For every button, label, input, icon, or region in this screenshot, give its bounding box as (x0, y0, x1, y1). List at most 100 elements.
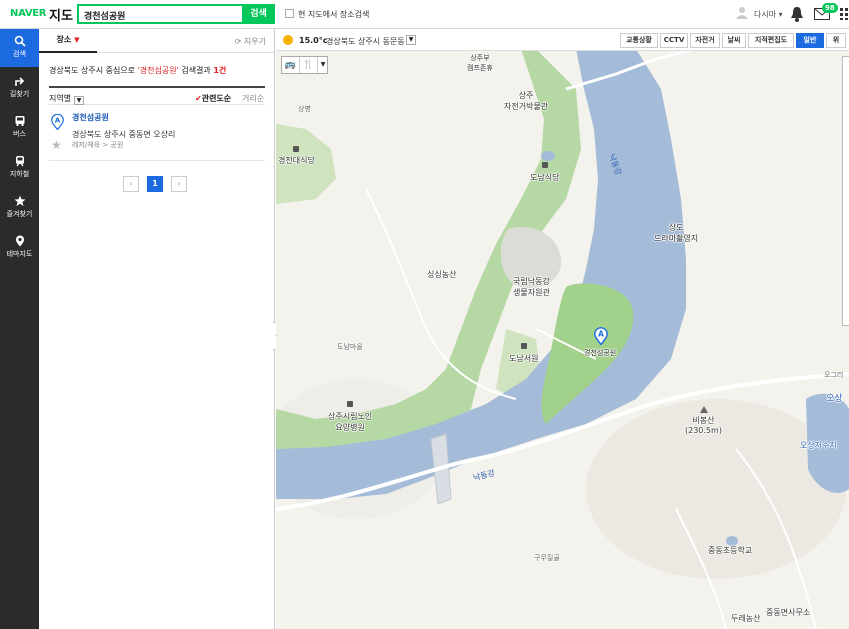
bell-icon[interactable] (790, 6, 804, 22)
sun-icon (283, 35, 293, 45)
nav-search[interactable]: 검색 (0, 29, 39, 67)
layer-traffic-button[interactable]: 교통상황 (620, 33, 658, 48)
nav-favorites-label: 즐겨찾기 (6, 210, 33, 218)
label-biological-resources-center[interactable]: 국립낙동강 생물자원관 (513, 276, 550, 298)
restaurant-poi-icon[interactable] (293, 146, 299, 152)
nav-directions[interactable]: 길찾기 (0, 69, 39, 107)
landmark-poi-icon[interactable] (521, 343, 527, 349)
map-service-title[interactable]: 지도 (49, 5, 73, 24)
chevron-down-icon: ▼ (74, 96, 85, 105)
temperature: 15.0°c (299, 36, 328, 45)
page-next-button[interactable]: › (171, 176, 187, 192)
result-category: 레저/체육 > 공원 (72, 141, 124, 149)
label-donam-seowon[interactable]: 도남서원 (509, 353, 538, 364)
restaurant-icon[interactable]: 🍴 (300, 57, 318, 73)
result-summary: 경상북도 상주시 중심으로 '경천섬공원' 검색결과 1건 (49, 65, 226, 76)
layer-bicycle-button[interactable]: 자전거 (690, 33, 720, 48)
result-marker-icon: A (51, 114, 64, 130)
clear-button[interactable]: ⟳ 지우기 (235, 36, 266, 47)
layer-weather-button[interactable]: 날씨 (722, 33, 746, 48)
top-bar: NAVER 지도 경천섬공원 검색 현 지도에서 장소검색 다시마 ▾ 98 (0, 0, 849, 29)
label-osang: 오상 (826, 394, 843, 404)
nav-subway[interactable]: 지하철 (0, 149, 39, 187)
label-gyeongcheondae-restaurant[interactable]: 경천대식당 (278, 155, 315, 166)
layer-normal-button[interactable]: 일반 (796, 33, 824, 48)
tab-place[interactable]: 장소 ▼ (39, 29, 97, 53)
label-donam-village: 도남마을 (337, 343, 363, 351)
label-donam-restaurant[interactable]: 도남식당 (530, 172, 559, 183)
nav-theme-map[interactable]: 테마지도 (0, 229, 39, 267)
summary-mid: 검색결과 (178, 66, 214, 75)
naver-logo[interactable]: NAVER (10, 8, 47, 19)
here-search-option[interactable]: 현 지도에서 장소검색 (285, 9, 369, 20)
sort-distance[interactable]: 거리순 (242, 93, 264, 104)
here-search-label: 현 지도에서 장소검색 (298, 10, 370, 19)
search-button[interactable]: 검색 (242, 4, 275, 24)
summary-query: '경천섬공원' (137, 66, 179, 75)
search-icon (14, 35, 26, 47)
page-1-button[interactable]: 1 (147, 176, 163, 192)
label-camp[interactable]: 상주부 캠프존휴 (467, 53, 493, 73)
map-canvas[interactable] (276, 29, 849, 629)
label-singsing-farm[interactable]: 싱싱농산 (427, 269, 456, 280)
chevron-down-icon[interactable]: ▼ (406, 35, 416, 45)
hospital-poi-icon[interactable] (347, 401, 353, 407)
favorite-star-icon[interactable]: ★ (51, 138, 62, 152)
layer-satellite-button[interactable]: 위 (826, 33, 846, 48)
region-filter[interactable]: 지역별 ▼ (49, 93, 85, 105)
sort-relevance[interactable]: ✔관련도순 (195, 93, 231, 104)
nav-subway-label: 지하철 (9, 170, 30, 178)
nav-directions-label: 길찾기 (9, 90, 30, 98)
label-osang-reservoir[interactable]: 오상저수지 (800, 440, 837, 451)
star-icon (14, 195, 25, 206)
check-icon: ✔ (195, 94, 202, 103)
sort-relevance-label: 관련도순 (201, 94, 232, 103)
layer-cadastral-button[interactable]: 지적편집도 (748, 33, 794, 48)
label-dure-farm[interactable]: 두레농산 (731, 613, 760, 624)
park-marker-letter: A (598, 330, 604, 339)
result-marker-letter: A (55, 117, 61, 125)
filter-row: 지역별 ▼ ✔관련도순 거리순 (49, 86, 265, 105)
result-address: 경상북도 상주시 중동면 오상리 (72, 130, 176, 139)
mail-count-badge: 98 (822, 3, 838, 13)
bus-icon (15, 116, 24, 126)
nav-favorites[interactable]: 즐겨찾기 (0, 189, 39, 227)
summary-count: 1건 (213, 66, 227, 75)
poi-filter-control: 🚌 🍴 ▼ (281, 56, 328, 74)
current-location[interactable]: 경상북도 상주시 동문동 (326, 36, 405, 47)
caret-down-icon: ▼ (74, 36, 80, 44)
label-jungdong-office[interactable]: 중동면사무소 (766, 607, 810, 618)
label-gumujil: 구무질골 (534, 554, 560, 562)
map-view[interactable]: 15.0°c 경상북도 상주시 동문동 ▼ 교통상황 CCTV 자전거 날씨 지… (276, 29, 849, 629)
apps-grid-icon[interactable] (840, 8, 849, 20)
result-name[interactable]: 경천섬공원 (72, 112, 109, 123)
label-sangbyeong: 상병 (298, 105, 311, 113)
chevron-down-icon[interactable]: ▼ (318, 57, 328, 73)
label-jungdong-elementary[interactable]: 중동초등학교 (708, 545, 752, 556)
search-panel: 장소 ▼ ⟳ 지우기 경상북도 상주시 중심으로 '경천섬공원' 검색결과 1건… (39, 29, 275, 629)
region-filter-label: 지역별 (49, 94, 72, 103)
pin-icon (15, 235, 24, 247)
label-bibongsan[interactable]: 비봉산 (230.5m) (685, 415, 722, 435)
here-search-checkbox[interactable] (285, 9, 294, 18)
park-marker-icon[interactable]: A (594, 327, 608, 345)
panel-tabs: 장소 ▼ ⟳ 지우기 (39, 29, 274, 53)
layer-cctv-button[interactable]: CCTV (660, 33, 688, 48)
mountain-icon (700, 406, 708, 413)
nav-bus[interactable]: 버스 (0, 109, 39, 147)
label-sangdo-drama-set[interactable]: 상도 드라마촬영지 (654, 222, 698, 244)
user-avatar-icon (736, 7, 748, 19)
nav-bus-label: 버스 (13, 130, 26, 138)
search-input[interactable]: 경천섬공원 (77, 4, 242, 24)
restaurant-poi-icon[interactable] (542, 162, 548, 168)
left-nav: 검색 길찾기 버스 지하철 즐겨찾기 테마지도 (0, 29, 39, 629)
label-bicycle-museum[interactable]: 상주 자전거박물관 (504, 90, 548, 112)
nav-search-label: 검색 (13, 50, 26, 58)
bus-icon[interactable]: 🚌 (282, 57, 300, 73)
zoom-control[interactable] (842, 56, 849, 326)
page-prev-button[interactable]: ‹ (123, 176, 139, 192)
nav-theme-map-label: 테마지도 (6, 250, 33, 258)
list-item[interactable]: A ★ 경천섬공원 경상북도 상주시 중동면 오상리 레저/체육 > 공원 (49, 111, 265, 161)
label-gyeongcheonseom-park[interactable]: 경천섬공원 (584, 348, 616, 358)
label-nursing-hospital[interactable]: 상주시립노인 요양병원 (328, 411, 372, 433)
